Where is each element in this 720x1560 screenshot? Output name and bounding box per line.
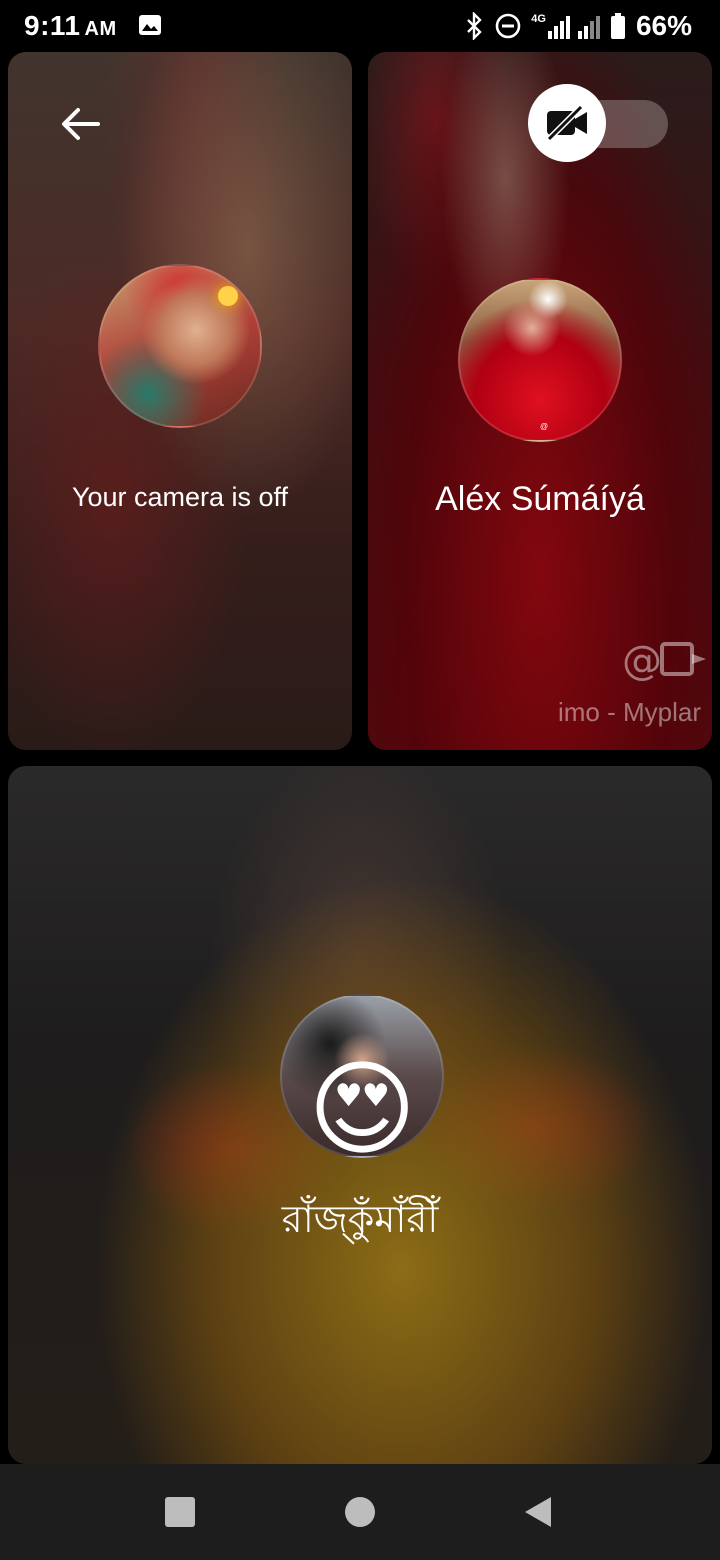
self-avatar (98, 264, 262, 428)
battery-icon (610, 13, 625, 39)
gallery-icon (139, 15, 161, 35)
navigation-bar (0, 1464, 720, 1560)
battery-percent: 66% (635, 10, 692, 41)
camera-toggle-knob[interactable] (528, 84, 606, 162)
participant-avatar: @ (458, 278, 622, 442)
status-time: 9:11 AM (24, 10, 117, 41)
heart-eyes-emoji-icon: 😍 (308, 1052, 417, 1158)
watermark-text: imo - Myplar (558, 697, 702, 727)
participant-name: Aléx Súmáíyá (435, 480, 645, 518)
svg-text:@: @ (622, 638, 662, 684)
status-bar: 9:11 AM 4G 66% (0, 0, 720, 52)
watermark-logo: @ (622, 638, 706, 684)
arrow-left-icon[interactable] (58, 102, 102, 146)
back-triangle-icon (525, 1497, 551, 1527)
camera-toggle[interactable] (528, 84, 668, 162)
participant-name: রাঁজ্কুঁমাঁরীঁ (281, 1197, 439, 1241)
camera-off-label: Your camera is off (71, 482, 289, 512)
recents-icon (165, 1497, 195, 1527)
home-button[interactable] (300, 1464, 420, 1560)
signal-icon: 4G (531, 13, 600, 39)
bluetooth-icon (467, 12, 482, 40)
self-video-tile[interactable]: Your camera is off (8, 52, 352, 750)
back-button[interactable] (478, 1464, 598, 1560)
participant-avatar: 😍 (280, 994, 444, 1158)
participant-tile[interactable]: 😍 রাঁজ্কুঁমাঁরীঁ (8, 766, 712, 1464)
do-not-disturb-icon (495, 13, 521, 39)
camera-off-icon (546, 104, 587, 142)
recents-button[interactable] (120, 1464, 240, 1560)
home-icon (345, 1497, 375, 1527)
participant-tile[interactable]: @ Aléx Súmáíyá @ imo - Myplar (368, 52, 712, 750)
